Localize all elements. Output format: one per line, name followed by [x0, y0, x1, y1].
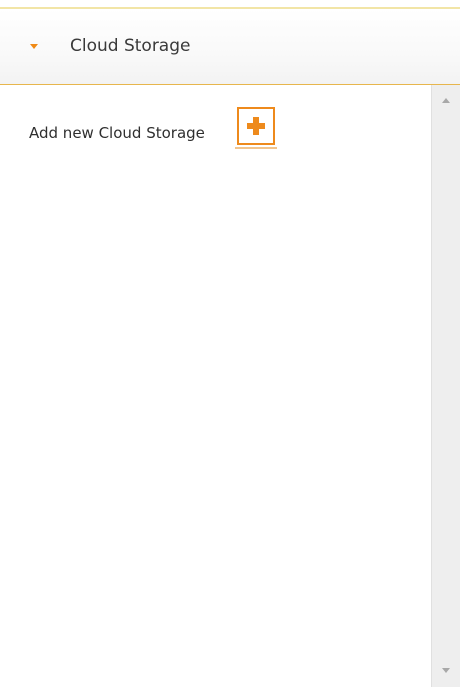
add-cloud-storage-label[interactable]: Add new Cloud Storage: [29, 122, 205, 144]
plus-icon-vertical-bar: [253, 117, 259, 135]
panel-content: Add new Cloud Storage: [0, 85, 460, 687]
chevron-down-icon[interactable]: [30, 44, 38, 49]
scroll-down-arrow-icon[interactable]: [442, 668, 450, 673]
add-icon-underline: [235, 147, 277, 149]
cloud-storage-header[interactable]: Cloud Storage: [0, 9, 460, 85]
cloud-storage-panel: Cloud Storage Add new Cloud Storage: [0, 0, 460, 687]
panel-title: Cloud Storage: [70, 36, 191, 56]
plus-icon[interactable]: [237, 107, 275, 145]
scroll-up-arrow-icon[interactable]: [442, 98, 450, 103]
vertical-scrollbar[interactable]: [431, 85, 460, 687]
panel-top-divider: [0, 0, 460, 9]
